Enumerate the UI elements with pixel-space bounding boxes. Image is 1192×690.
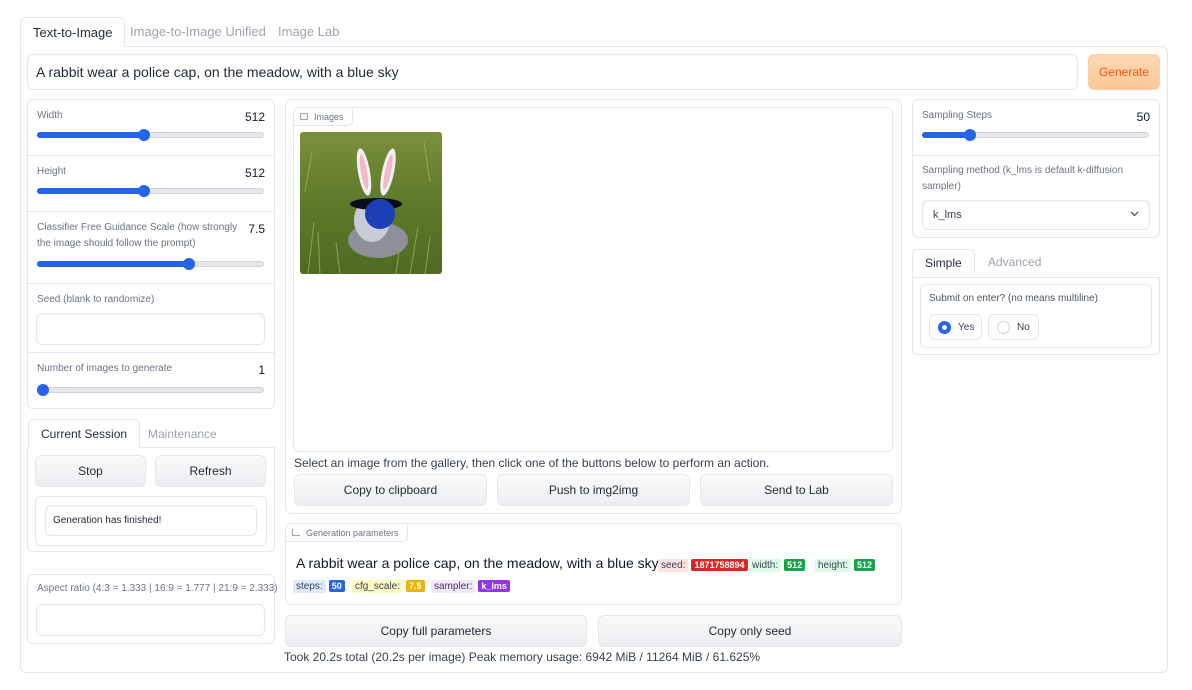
steps-slider-thumb[interactable] <box>964 129 977 141</box>
steps-slider-block: Sampling Steps 50 <box>913 100 1159 156</box>
chevron-down-icon <box>1130 211 1139 217</box>
num-images-block: Number of images to generate 1 <box>28 353 274 408</box>
prompt-input[interactable]: A rabbit wear a police cap, on the meado… <box>27 54 1078 90</box>
cfg-chip-key: cfg_scale: <box>352 579 404 593</box>
seed-chip: seed: 1871758894 <box>658 557 748 573</box>
height-chip-key: height: <box>815 558 852 572</box>
num-images-slider-thumb[interactable] <box>36 384 49 396</box>
sampler-chip-key: sampler: <box>431 579 476 593</box>
gen-params-prompt: A rabbit wear a police cap, on the meado… <box>296 555 659 571</box>
gallery-label: Images <box>294 108 353 126</box>
gen-params-label: Generation parameters <box>286 524 408 542</box>
width-chip-value: 512 <box>784 559 806 571</box>
send-to-lab-button[interactable]: Send to Lab <box>700 474 893 506</box>
sampler-select-value: k_lms <box>933 209 962 221</box>
width-slider-thumb[interactable] <box>137 129 150 141</box>
submit-no-option[interactable]: No <box>988 314 1039 340</box>
width-slider-block: Width 512 <box>28 100 274 156</box>
copy-only-seed-button[interactable]: Copy only seed <box>598 615 902 647</box>
sampler-chip-value: k_lms <box>478 580 510 592</box>
steps-value[interactable]: 50 <box>1137 110 1150 124</box>
push-to-img2img-button[interactable]: Push to img2img <box>497 474 690 506</box>
height-slider[interactable] <box>37 185 264 197</box>
tab-maintenance[interactable]: Maintenance <box>136 420 229 448</box>
stop-button[interactable]: Stop <box>35 455 146 487</box>
submit-label: Submit on enter? (no means multiline) <box>929 293 1098 304</box>
sampler-select[interactable]: k_lms <box>922 200 1150 230</box>
seed-label: Seed (blank to randomize) <box>37 294 155 305</box>
num-images-value[interactable]: 1 <box>258 363 265 377</box>
cfg-slider[interactable] <box>37 258 264 270</box>
steps-chip-value: 50 <box>328 580 345 592</box>
width-value[interactable]: 512 <box>245 110 265 124</box>
copy-to-clipboard-button[interactable]: Copy to clipboard <box>294 474 487 506</box>
copy-full-parameters-button[interactable]: Copy full parameters <box>285 615 587 647</box>
yes-radio[interactable] <box>938 320 951 334</box>
num-images-slider[interactable] <box>36 384 264 396</box>
sampler-chip: sampler: k_lms <box>431 578 510 594</box>
aspect-input[interactable] <box>36 604 265 636</box>
height-value[interactable]: 512 <box>245 166 265 180</box>
tab-simple[interactable]: Simple <box>912 249 975 277</box>
height-slider-thumb[interactable] <box>137 185 150 197</box>
width-chip: width: 512 <box>749 557 806 573</box>
steps-label: Sampling Steps <box>922 110 993 121</box>
gallery-label-text: Images <box>314 111 344 122</box>
steps-chip-key: steps: <box>293 579 326 593</box>
status-text: Generation has finished! <box>45 505 257 536</box>
num-images-label: Number of images to generate <box>37 363 173 374</box>
height-slider-block: Height 512 <box>28 156 274 212</box>
yes-radio-label: Yes <box>958 321 975 333</box>
generate-button[interactable]: Generate <box>1088 54 1160 90</box>
tab-image-to-image[interactable]: Image-to-Image Unified <box>118 17 278 47</box>
tab-text-to-image[interactable]: Text-to-Image <box>20 17 126 47</box>
cfg-value[interactable]: 7.5 <box>248 222 265 236</box>
no-radio[interactable] <box>997 320 1010 334</box>
aspect-label: Aspect ratio (4:3 = 1.333 | 16:9 = 1.777… <box>37 583 278 594</box>
cfg-slider-block: Classifier Free Guidance Scale (how stro… <box>28 212 274 284</box>
height-chip-value: 512 <box>854 559 876 571</box>
refresh-button[interactable]: Refresh <box>155 455 266 487</box>
seed-block: Seed (blank to randomize) <box>28 284 274 353</box>
steps-chip: steps: 50 <box>293 578 345 594</box>
width-slider[interactable] <box>37 129 264 141</box>
seed-input[interactable] <box>36 313 265 345</box>
cfg-chip: cfg_scale: 7.5 <box>352 578 425 594</box>
sampler-label: Sampling method (k_lms is default k-diff… <box>922 165 1124 192</box>
gallery-image[interactable] <box>300 132 442 274</box>
image-icon <box>300 113 308 120</box>
gallery-hint: Select an image from the gallery, then c… <box>294 456 770 470</box>
steps-slider[interactable] <box>922 129 1149 141</box>
tab-advanced[interactable]: Advanced <box>976 249 1053 275</box>
seed-chip-value: 1871758894 <box>691 559 748 571</box>
height-label: Height <box>37 166 66 177</box>
width-label: Width <box>37 110 63 121</box>
timing-text: Took 20.2s total (20.2s per image) Peak … <box>284 650 761 664</box>
width-chip-key: width: <box>749 558 782 572</box>
chart-icon <box>292 529 300 536</box>
no-radio-label: No <box>1017 321 1030 333</box>
seed-chip-key: seed: <box>658 558 689 572</box>
cfg-label: Classifier Free Guidance Scale (how stro… <box>37 222 238 249</box>
cfg-chip-value: 7.5 <box>406 580 425 592</box>
cfg-slider-thumb[interactable] <box>182 258 195 270</box>
tab-current-session[interactable]: Current Session <box>28 419 141 449</box>
gen-params-label-text: Generation parameters <box>306 527 399 538</box>
height-chip: height: 512 <box>815 557 876 573</box>
submit-yes-option[interactable]: Yes <box>929 314 982 340</box>
tab-image-lab[interactable]: Image Lab <box>266 17 351 47</box>
